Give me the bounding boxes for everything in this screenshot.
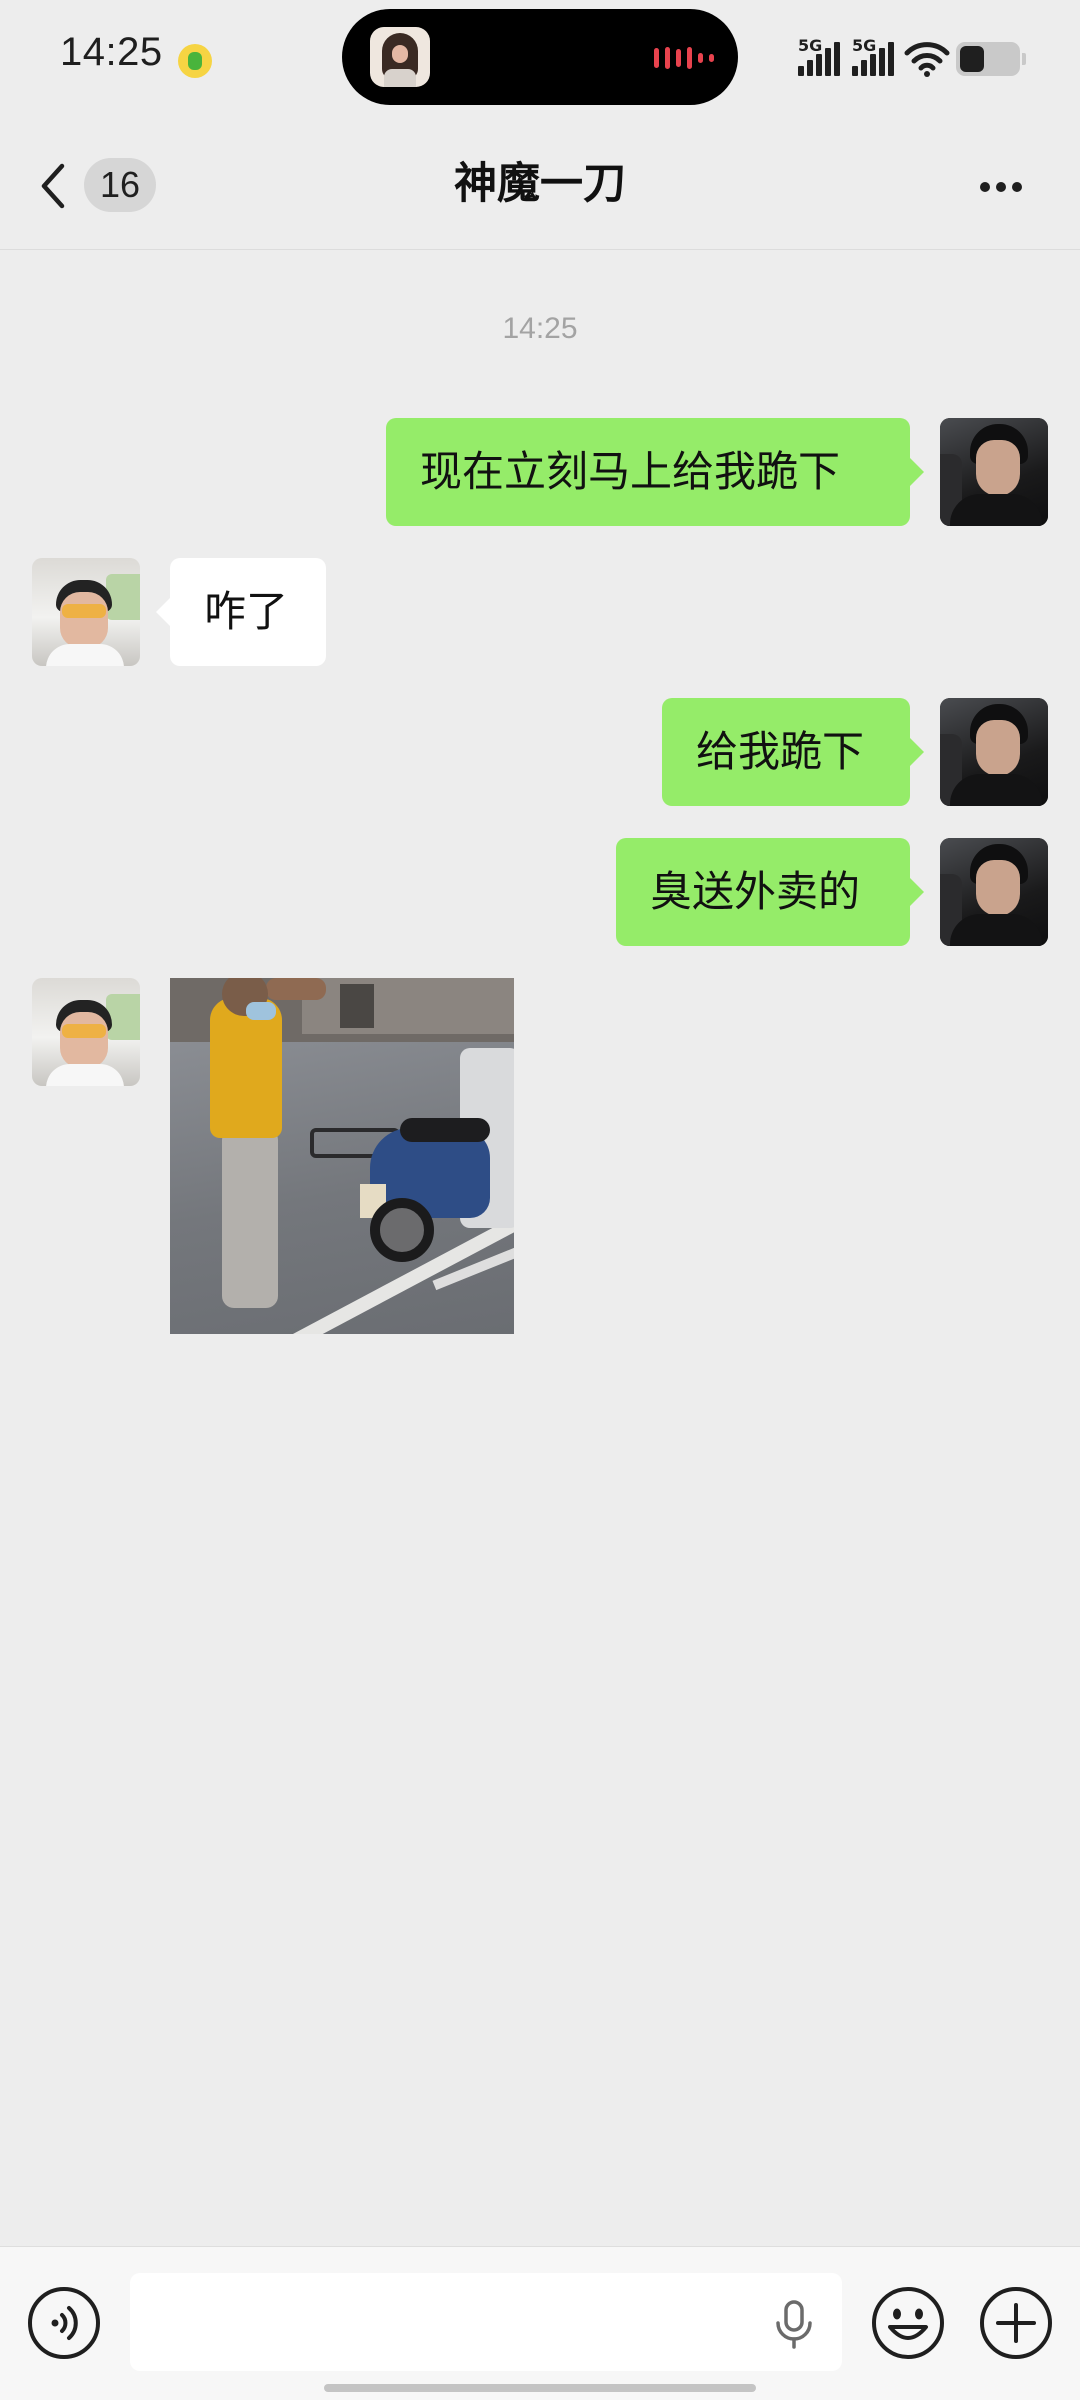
my-avatar[interactable]	[940, 838, 1048, 946]
cellular-signal-2-icon: 5G	[852, 36, 896, 78]
message-timestamp: 14:25	[502, 312, 578, 345]
unread-count-badge: 16	[84, 158, 156, 212]
back-button[interactable]: 16	[34, 154, 162, 214]
now-playing-avatar	[370, 27, 430, 87]
contact-avatar[interactable]	[32, 558, 140, 666]
my-avatar[interactable]	[940, 418, 1048, 526]
message-input[interactable]	[130, 2273, 842, 2371]
microphone-icon[interactable]	[770, 2299, 818, 2349]
status-bar: 14:25 5G 5G	[0, 0, 1080, 118]
audio-wave-icon	[654, 47, 714, 69]
dynamic-island[interactable]	[342, 9, 738, 105]
my-avatar[interactable]	[940, 698, 1048, 806]
chat-title: 神魔一刀	[454, 159, 626, 209]
voice-mode-icon[interactable]	[26, 2285, 102, 2361]
my-message-bubble[interactable]: 臭送外卖的	[616, 838, 924, 946]
network-label-2: 5G	[852, 36, 877, 55]
wifi-icon	[904, 42, 950, 77]
more-options-button[interactable]	[966, 158, 1036, 212]
my-message-bubble[interactable]: 现在立刻马上给我跪下	[386, 418, 924, 526]
chat-header: 16 神魔一刀	[0, 118, 1080, 250]
app-notification-icon	[178, 44, 212, 78]
chevron-left-icon	[41, 163, 65, 209]
contact-message-bubble[interactable]: 咋了	[156, 558, 326, 666]
battery-icon	[956, 42, 1026, 76]
contact-avatar[interactable]	[32, 978, 140, 1086]
network-label-1: 5G	[798, 36, 823, 55]
my-message-bubble[interactable]: 给我跪下	[662, 698, 924, 806]
status-time: 14:25	[60, 30, 163, 74]
image-message[interactable]	[170, 978, 514, 1334]
message-input-bar	[0, 2246, 1080, 2400]
emoji-icon[interactable]	[870, 2285, 946, 2361]
plus-icon[interactable]	[978, 2285, 1054, 2361]
home-indicator[interactable]	[324, 2384, 756, 2392]
cellular-signal-1-icon: 5G	[798, 36, 842, 78]
